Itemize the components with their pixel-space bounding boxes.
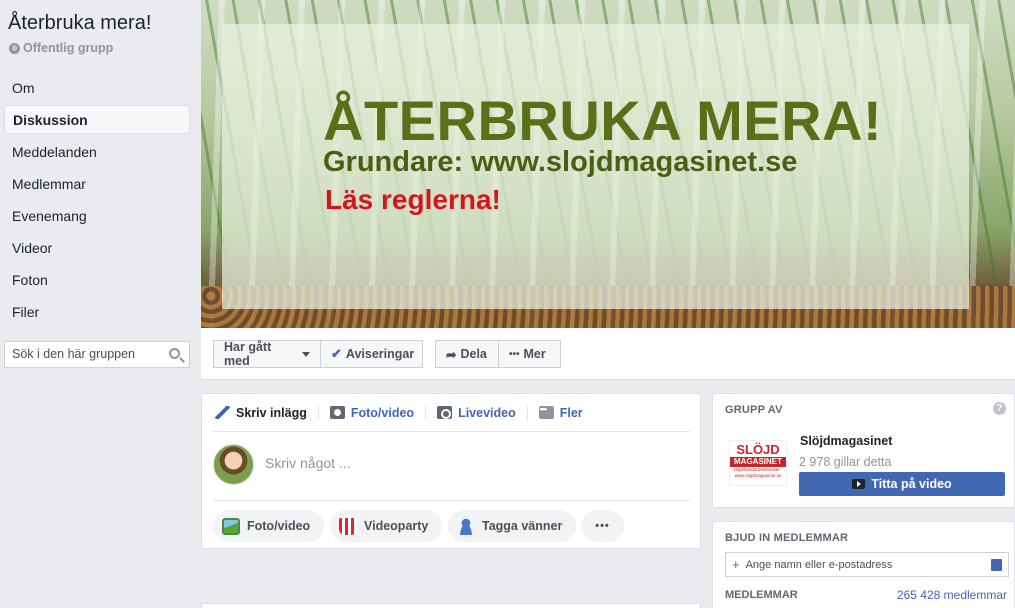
checkmark-icon: ✔ bbox=[331, 346, 342, 361]
group-by-header: GRUPP AV bbox=[725, 404, 783, 416]
feed-card-top bbox=[201, 603, 701, 608]
videoparty-button[interactable]: Videoparty bbox=[330, 510, 443, 542]
notifications-button[interactable]: ✔ Aviseringar bbox=[320, 340, 423, 368]
chevron-down-icon bbox=[302, 351, 310, 357]
tab-photo-video-label: Foto/video bbox=[350, 405, 415, 420]
tag-friends-button[interactable]: Tagga vänner bbox=[448, 510, 577, 542]
tab-write-post[interactable]: Skriv inlägg bbox=[213, 404, 319, 421]
more-icon bbox=[538, 404, 554, 419]
play-icon bbox=[852, 479, 866, 489]
group-nav: Om Diskussion Meddelanden Medlemmar Even… bbox=[4, 72, 190, 328]
nav-item-evenemang[interactable]: Evenemang bbox=[4, 200, 190, 232]
nav-item-filer[interactable]: Filer bbox=[4, 296, 190, 328]
share-button[interactable]: ➦ Dela bbox=[435, 340, 499, 368]
group-action-bar: Har gått med ✔ Aviseringar ➦ Dela ••• Me… bbox=[201, 328, 1015, 380]
nav-item-om[interactable]: Om bbox=[4, 72, 190, 104]
nav-item-diskussion[interactable]: Diskussion bbox=[4, 105, 190, 134]
more-label: Mer bbox=[523, 347, 546, 361]
watch-video-button[interactable]: Titta på video bbox=[799, 472, 1005, 496]
invite-placeholder: Ange namn eller e-postadress bbox=[745, 558, 893, 571]
camera-icon bbox=[329, 406, 345, 419]
tab-photo-video[interactable]: Foto/video bbox=[319, 404, 427, 421]
pencil-icon bbox=[215, 406, 230, 419]
more-options-button[interactable]: ••• bbox=[581, 510, 624, 542]
members-count-link[interactable]: 265 428 medlemmar bbox=[897, 588, 1007, 602]
share-label: Dela bbox=[460, 347, 487, 361]
videoparty-label: Videoparty bbox=[364, 519, 429, 533]
watch-video-label: Titta på video bbox=[871, 477, 952, 491]
search-icon[interactable] bbox=[169, 348, 180, 359]
cover-photo[interactable]: ÅTERBRUKA MERA! Grundare: www.slojdmagas… bbox=[201, 0, 1015, 328]
nav-item-meddelanden[interactable]: Meddelanden bbox=[4, 136, 190, 168]
group-search-input[interactable]: Sök i den här gruppen bbox=[4, 341, 190, 368]
more-button[interactable]: ••• Mer bbox=[498, 340, 561, 368]
share-icon: ➦ bbox=[446, 347, 457, 362]
photo-video-button[interactable]: Foto/video bbox=[213, 510, 325, 542]
help-icon[interactable]: ? bbox=[993, 402, 1006, 415]
cover-founder: Grundare: www.slojdmagasinet.se bbox=[323, 146, 798, 178]
group-title[interactable]: Återbruka mera! bbox=[8, 12, 151, 35]
joined-label: Har gått med bbox=[224, 340, 272, 368]
video-camera-icon bbox=[437, 406, 453, 419]
nav-item-videor[interactable]: Videor bbox=[4, 232, 190, 264]
photo-icon bbox=[222, 517, 240, 535]
logo-top-text: SLÖJD bbox=[736, 442, 780, 457]
tab-more-label: Fler bbox=[559, 405, 583, 420]
composer-divider bbox=[213, 500, 690, 501]
popcorn-icon bbox=[339, 517, 357, 535]
logo-bottom-text: slöjd/handarbetsböcker · www.slojdmagasi… bbox=[733, 467, 783, 478]
composer-tabs: Skriv inlägg Foto/video Livevideo Fler bbox=[213, 394, 690, 432]
page-name-link[interactable]: Slöjdmagasinet bbox=[800, 434, 892, 448]
photo-video-label: Foto/video bbox=[247, 519, 311, 533]
tag-person-icon bbox=[457, 517, 475, 535]
more-dots-icon: ••• bbox=[509, 348, 520, 360]
logo-mid-text: MAGASINET bbox=[730, 457, 786, 467]
address-book-icon[interactable] bbox=[991, 559, 1002, 571]
group-search-placeholder: Sök i den här gruppen bbox=[12, 347, 136, 361]
nav-item-foton[interactable]: Foton bbox=[4, 264, 190, 296]
notifications-label: Aviseringar bbox=[345, 347, 415, 361]
cover-headline: ÅTERBRUKA MERA! bbox=[323, 89, 883, 152]
globe-icon bbox=[9, 42, 20, 54]
joined-button[interactable]: Har gått med bbox=[213, 340, 321, 368]
group-privacy: Offentlig grupp bbox=[9, 41, 113, 55]
plus-icon: + bbox=[732, 557, 740, 572]
compose-input[interactable]: Skriv något ... bbox=[265, 455, 351, 471]
avatar[interactable] bbox=[213, 444, 254, 485]
tab-live-video[interactable]: Livevideo bbox=[426, 404, 528, 421]
tag-friends-label: Tagga vänner bbox=[482, 519, 563, 533]
page-likes: 2 978 gillar detta bbox=[799, 455, 892, 469]
group-by-card: GRUPP AV ? SLÖJD MAGASINET slöjd/handarb… bbox=[712, 393, 1015, 508]
group-privacy-label: Offentlig grupp bbox=[23, 41, 114, 55]
left-column: Återbruka mera! Offentlig grupp Om Disku… bbox=[0, 0, 200, 608]
tab-more[interactable]: Fler bbox=[528, 404, 594, 421]
invite-header: BJUD IN MEDLEMMAR bbox=[725, 532, 849, 544]
members-header: MEDLEMMAR bbox=[725, 589, 798, 601]
post-composer: Skriv inlägg Foto/video Livevideo Fler S… bbox=[201, 393, 701, 549]
invite-input[interactable]: + Ange namn eller e-postadress bbox=[725, 552, 1009, 577]
nav-item-medlemmar[interactable]: Medlemmar bbox=[4, 168, 190, 200]
cover-rules: Läs reglerna! bbox=[325, 184, 501, 215]
tab-live-video-label: Livevideo bbox=[458, 405, 516, 420]
more-dots-icon: ••• bbox=[595, 520, 610, 532]
tab-write-post-label: Skriv inlägg bbox=[236, 405, 307, 420]
page-logo[interactable]: SLÖJD MAGASINET slöjd/handarbetsböcker ·… bbox=[729, 440, 787, 486]
invite-members-card: BJUD IN MEDLEMMAR + Ange namn eller e-po… bbox=[712, 521, 1015, 608]
